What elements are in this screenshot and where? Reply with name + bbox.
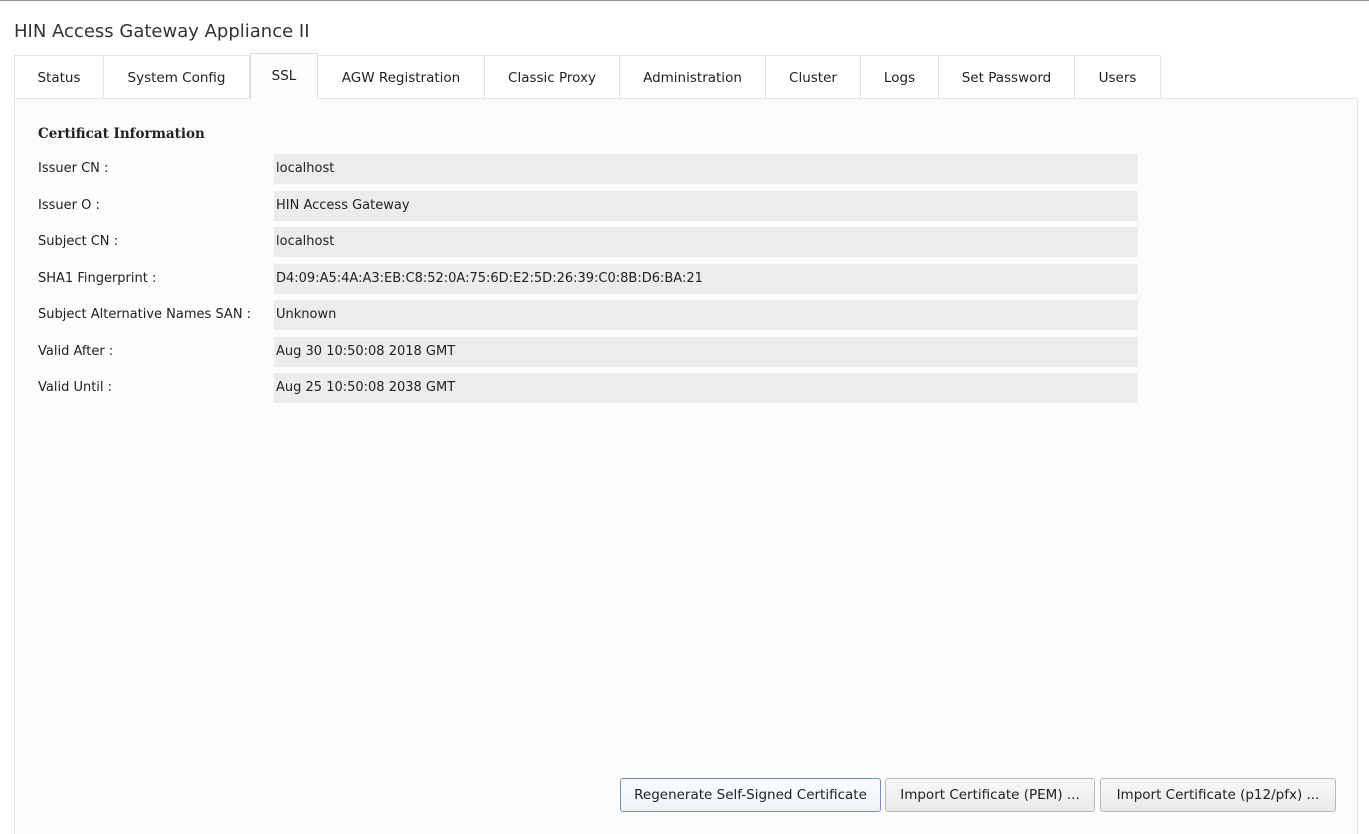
field-label: Issuer CN : xyxy=(38,161,109,176)
tab-set-password[interactable]: Set Password xyxy=(939,55,1075,99)
field-label: Subject CN : xyxy=(38,234,119,249)
field-value: localhost xyxy=(274,154,1138,184)
field-label: Valid Until : xyxy=(38,380,113,395)
tab-status[interactable]: Status xyxy=(14,55,104,99)
import-pem-button[interactable]: Import Certificate (PEM) ... xyxy=(885,778,1095,812)
top-divider xyxy=(0,0,1369,1)
tab-cluster[interactable]: Cluster xyxy=(766,55,861,99)
field-value: Unknown xyxy=(274,300,1138,330)
ssl-panel: Certificat Information Issuer CN : local… xyxy=(14,98,1358,834)
tab-system-config[interactable]: System Config xyxy=(104,55,250,99)
field-label: Subject Alternative Names SAN : xyxy=(38,307,252,322)
tab-logs[interactable]: Logs xyxy=(861,55,939,99)
field-label: Issuer O : xyxy=(38,198,100,213)
field-value: Aug 25 10:50:08 2038 GMT xyxy=(274,373,1138,403)
tab-bar: Status System Config SSL AGW Registratio… xyxy=(14,53,1161,99)
section-title: Certificat Information xyxy=(38,126,205,142)
field-value: localhost xyxy=(274,227,1138,257)
regenerate-certificate-button[interactable]: Regenerate Self-Signed Certificate xyxy=(620,778,881,812)
field-value: D4:09:A5:4A:A3:EB:C8:52:0A:75:6D:E2:5D:2… xyxy=(274,264,1138,294)
field-value: Aug 30 10:50:08 2018 GMT xyxy=(274,337,1138,367)
tab-ssl[interactable]: SSL xyxy=(250,53,318,99)
tab-agw-registration[interactable]: AGW Registration xyxy=(318,55,485,99)
field-label: Valid After : xyxy=(38,344,114,359)
tab-administration[interactable]: Administration xyxy=(620,55,766,99)
app-title: HIN Access Gateway Appliance II xyxy=(14,21,310,42)
tab-classic-proxy[interactable]: Classic Proxy xyxy=(485,55,620,99)
field-value: HIN Access Gateway xyxy=(274,191,1138,221)
tab-users[interactable]: Users xyxy=(1075,55,1161,99)
import-p12-button[interactable]: Import Certificate (p12/pfx) ... xyxy=(1100,778,1336,812)
field-label: SHA1 Fingerprint : xyxy=(38,271,157,286)
